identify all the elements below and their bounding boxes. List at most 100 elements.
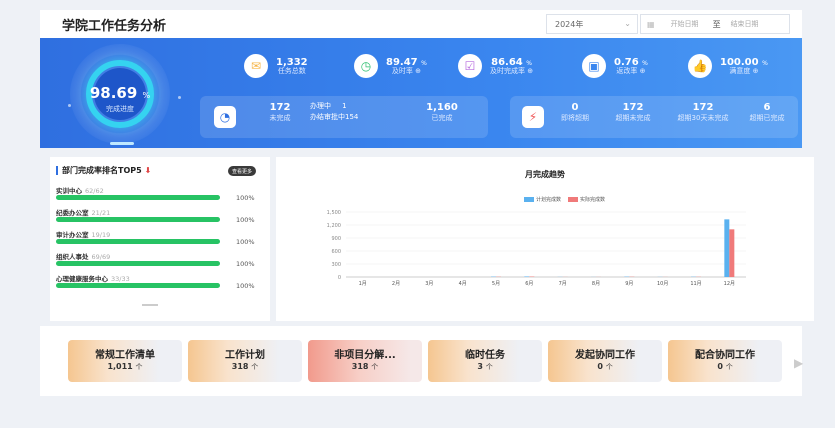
thumbs-up-icon: 👍	[688, 54, 712, 78]
view-more-button[interactable]: 查看更多	[228, 166, 256, 176]
year-select-value: 2024年	[555, 19, 584, 29]
ranking-progress-bar	[56, 217, 220, 222]
ranking-progress-fill	[56, 261, 220, 266]
ranking-item[interactable]: 实训中心 62/62 100%	[56, 185, 264, 205]
overdue-soon-value: 0	[571, 102, 579, 113]
unfinished-stat[interactable]: 172 未完成	[262, 102, 298, 122]
overdue-30-stat[interactable]: 172 超期30天未完成	[670, 102, 736, 122]
gauge-base	[110, 142, 134, 145]
overdue-unfinished-value: 172	[622, 102, 644, 113]
done-label: 已完成	[431, 114, 453, 122]
progress-label: 完成进度	[106, 105, 134, 113]
stat-satisfaction[interactable]: 👍 100.00 % 满意度 ⊕	[688, 52, 768, 80]
legend-label: 计划完成数	[536, 196, 561, 203]
card-routine-work[interactable]: 常规工作清单 1,011 个	[68, 340, 182, 382]
unfinished-label: 未完成	[269, 114, 291, 122]
ranking-item[interactable]: 组织人事处 69/69 100%	[56, 251, 264, 271]
ranking-scroll-indicator[interactable]	[142, 304, 158, 306]
overdue-unfinished-stat[interactable]: 172 超期未完成	[608, 102, 658, 122]
card-value: 3 个	[477, 362, 493, 371]
approving-label: 办结审批中	[310, 113, 345, 122]
overdue-unfinished-label: 超期未完成	[615, 114, 651, 122]
sort-down-icon[interactable]: ⬇	[144, 166, 151, 175]
ranking-item[interactable]: 审计办公室 19/19 100%	[56, 229, 264, 249]
done-value: 1,160	[426, 102, 458, 113]
card-work-plan[interactable]: 工作计划 318 个	[188, 340, 302, 382]
x-tick-label: 7月	[559, 281, 567, 287]
ranking-progress-fill	[56, 217, 220, 222]
ranking-item-pct: 100%	[236, 216, 255, 224]
ranking-item[interactable]: 心理健康服务中心 33/33 100%	[56, 273, 264, 293]
stat-satisfaction-value: 100.00 %	[720, 56, 768, 68]
processing-label: 办理中	[310, 102, 331, 110]
ranking-item-pct: 100%	[236, 194, 255, 202]
ranking-progress-fill	[56, 239, 220, 244]
card-temporary-task[interactable]: 临时任务 3 个	[428, 340, 542, 382]
ranking-progress-bar	[56, 195, 220, 200]
stat-timely[interactable]: ◷ 89.47 % 及时率 ⊕	[354, 52, 427, 80]
y-tick-label: 1,200	[327, 223, 341, 229]
card-initiate-collab[interactable]: 发起协同工作 0 个	[548, 340, 662, 382]
overdue-30-value: 172	[692, 102, 714, 113]
overdue-soon-stat[interactable]: 0 即将超期	[558, 102, 592, 122]
checkbox-icon: ☑	[458, 54, 482, 78]
card-non-project[interactable]: 非项目分解... 318 个	[308, 340, 422, 382]
card-assist-collab[interactable]: 配合协同工作 0 个	[668, 340, 782, 382]
stat-timely-complete[interactable]: ☑ 86.64 % 及时完成率 ⊕	[458, 52, 533, 80]
card-title: 临时任务	[465, 350, 505, 361]
ranking-item-pct: 100%	[236, 238, 255, 246]
chevron-right-icon[interactable]: ▶	[794, 356, 803, 370]
chart-bar	[524, 276, 530, 277]
overdue-30-label: 超期30天未完成	[677, 114, 729, 122]
y-tick-label: 600	[331, 249, 341, 255]
x-tick-label: 10月	[657, 281, 668, 287]
department-ranking-panel: 部门完成率排名TOP5 ⬇ 查看更多 实训中心 62/62 100% 纪委办公室 2…	[50, 157, 270, 321]
clipboard-icon: ▣	[582, 54, 606, 78]
clock-icon: ◷	[354, 54, 378, 78]
mail-icon: ✉	[244, 54, 268, 78]
stat-timely-value: 89.47 %	[386, 56, 427, 68]
ranking-item[interactable]: 纪委办公室 21/21 100%	[56, 207, 264, 227]
card-value: 318 个	[351, 362, 379, 371]
x-tick-label: 12月	[724, 281, 735, 287]
legend-swatch	[568, 197, 578, 202]
y-tick-label: 900	[331, 236, 341, 242]
header-bar: 学院工作任务分析 2024年 ⌄ ▦ 开始日期 至 结束日期	[40, 10, 802, 38]
y-tick-label: 0	[338, 275, 341, 281]
card-value: 0 个	[597, 362, 613, 371]
stat-total-label: 任务总数	[277, 66, 306, 75]
date-range-picker[interactable]: ▦ 开始日期 至 结束日期	[640, 14, 790, 34]
ranking-progress-fill	[56, 195, 220, 200]
stat-total-value: 1,332	[276, 56, 308, 68]
overdue-soon-label: 即将超期	[561, 114, 589, 122]
end-date-input[interactable]: 结束日期	[731, 19, 759, 29]
x-tick-label: 11月	[690, 281, 701, 287]
ranking-progress-fill	[56, 283, 220, 288]
processing-stat[interactable]: 办理中 1 办结审批中154	[310, 102, 358, 122]
year-select[interactable]: 2024年 ⌄	[546, 14, 638, 34]
y-tick-label: 1,500	[327, 210, 341, 216]
done-stat[interactable]: 1,160 已完成	[420, 102, 464, 122]
progress-gauge: 98.69 % 完成进度	[70, 44, 170, 144]
x-tick-label: 4月	[459, 281, 467, 287]
stat-rework[interactable]: ▣ 0.76 % 返改率 ⊕	[582, 52, 648, 80]
overdue-done-stat[interactable]: 6 超期已完成	[742, 102, 792, 122]
chevron-down-icon: ⌄	[624, 19, 631, 28]
chart-bar	[729, 229, 735, 277]
decor-dot	[178, 96, 181, 99]
card-title: 非项目分解...	[334, 350, 396, 361]
stat-total[interactable]: ✉ 1,332 任务总数	[244, 52, 308, 80]
ranking-item-name: 审计办公室 19/19	[56, 231, 111, 239]
ranking-progress-bar	[56, 283, 220, 288]
clock-icon: ◔	[214, 106, 236, 128]
ranking-item-name: 实训中心 62/62	[56, 187, 104, 195]
monthly-trend-chart: 0 300 600 900 1,200 1,500 计划完成数 实际完成数 1月 2月 3月 4月 5月…	[327, 196, 746, 287]
stat-satisfaction-label: 满意度 ⊕	[729, 66, 759, 75]
ranking-title: 部门完成率排名TOP5 ⬇	[56, 166, 151, 175]
start-date-input[interactable]: 开始日期	[671, 19, 699, 29]
status-box-progress: ◔ 172 未完成 办理中 1 办结审批中154 1,160 已完成	[200, 96, 488, 138]
stat-rework-value: 0.76 %	[614, 56, 648, 68]
x-tick-label: 1月	[359, 281, 367, 287]
overdue-done-value: 6	[763, 102, 771, 113]
x-tick-label: 3月	[425, 281, 433, 287]
